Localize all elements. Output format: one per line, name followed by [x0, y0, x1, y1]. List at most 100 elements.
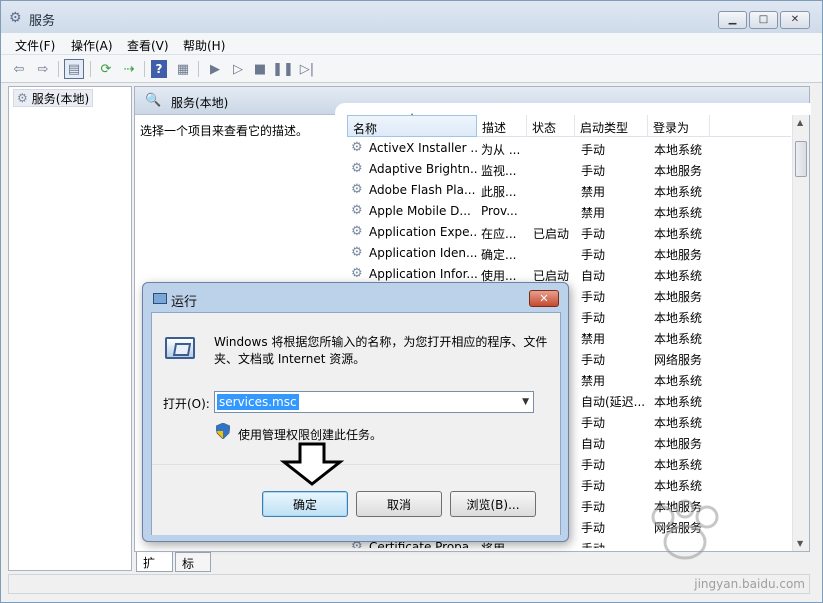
start-service-alt-button[interactable]: ▷ — [228, 59, 248, 79]
cell-startup-type: 手动 — [581, 248, 606, 262]
cell-log-on-as: 本地系统 — [654, 332, 703, 346]
cell-description: 为从 ... — [481, 143, 521, 157]
scroll-thumb[interactable] — [795, 141, 807, 177]
table-row[interactable]: ⚙ ActiveX Installer ... 为从 ... 手动 本地系统 — [347, 138, 791, 159]
help-button[interactable]: ? — [151, 60, 167, 78]
close-button[interactable]: ✕ — [780, 11, 810, 29]
cell-name: Application Expe... — [369, 225, 477, 239]
table-row[interactable]: ⚙ Apple Mobile D... Prov... 禁用 本地系统 — [347, 201, 791, 222]
console-tree-icon: ▤ — [67, 61, 81, 77]
cell-startup-type: 手动 — [581, 311, 606, 325]
table-row[interactable]: ⚙ Application Expe... 在应... 已启动 手动 本地系统 — [347, 222, 791, 243]
service-gear-icon: ⚙ — [351, 161, 363, 176]
tree-node-services-local[interactable]: ⚙ 服务(本地) — [13, 89, 94, 107]
cell-log-on-as: 本地系统 — [654, 311, 703, 325]
uac-shield-icon — [216, 423, 230, 439]
maximize-button[interactable]: □ — [749, 11, 778, 29]
cell-log-on-as: 本地系统 — [654, 269, 703, 283]
service-gear-icon: ⚙ — [351, 140, 363, 155]
cell-name: Application Iden... — [369, 246, 477, 260]
cell-log-on-as: 本地系统 — [654, 395, 703, 409]
cell-description: 在应... — [481, 227, 517, 241]
minimize-button[interactable]: ▁ — [718, 11, 747, 29]
cell-description: 确定... — [481, 248, 517, 262]
dialog-title: 运行 — [171, 295, 198, 310]
cell-startup-type: 自动 — [581, 269, 606, 283]
browse-button[interactable]: 浏览(B)... — [450, 491, 536, 517]
show-hide-console-tree-button[interactable]: ▤ — [64, 59, 84, 79]
column-header-status[interactable]: 状态 — [527, 115, 575, 137]
cell-log-on-as: 本地服务 — [654, 437, 703, 451]
cell-log-on-as: 网络服务 — [654, 353, 703, 367]
column-header-startup-type[interactable]: 启动类型 — [575, 115, 648, 137]
cell-startup-type: 禁用 — [581, 206, 606, 220]
cell-name: Adobe Flash Pla... — [369, 183, 476, 197]
tree-node-label: 服务(本地) — [31, 91, 90, 106]
tab-extended[interactable]: 扩展 — [136, 552, 173, 587]
stop-service-button[interactable]: ■ — [250, 59, 270, 79]
list-frame — [335, 103, 811, 115]
refresh-button[interactable]: ⟳ — [96, 59, 116, 79]
cell-log-on-as: 本地系统 — [654, 458, 703, 472]
baidu-jingyan-watermark — [651, 499, 719, 560]
cell-startup-type: 手动 — [581, 164, 606, 178]
console-tree: ⚙ 服务(本地) — [8, 86, 132, 571]
run-program-icon — [165, 337, 195, 359]
scroll-up-icon[interactable]: ▲ — [797, 118, 803, 127]
cell-startup-type: 禁用 — [581, 185, 606, 199]
properties-button[interactable]: ▦ — [173, 59, 193, 79]
cell-name: Application Infor... — [369, 267, 477, 281]
service-gear-icon: ⚙ — [351, 245, 363, 260]
cancel-button[interactable]: 取消 — [356, 491, 442, 517]
toolbar: ⇦ ⇨ ▤ ⟳ ⇢ ? ▦ ▶ ▷ ■ ❚❚ ▷| — [1, 55, 822, 83]
export-list-button[interactable]: ⇢ — [119, 59, 139, 79]
scroll-down-icon[interactable]: ▼ — [797, 539, 803, 548]
service-gear-icon: ⚙ — [351, 182, 363, 197]
dialog-close-button[interactable]: ✕ — [529, 290, 559, 307]
cell-description: 此服... — [481, 185, 517, 199]
menu-view[interactable]: 查看(V) — [127, 37, 169, 54]
start-service-button[interactable]: ▶ — [205, 59, 225, 79]
tab-standard[interactable]: 标准 — [175, 552, 211, 588]
restart-icon: ▷| — [299, 61, 315, 77]
forward-button[interactable]: ⇨ — [33, 59, 53, 79]
cell-startup-type: 手动 — [581, 227, 606, 241]
cell-log-on-as: 本地服务 — [654, 248, 703, 262]
vertical-scrollbar[interactable]: ▲ ▼ — [792, 115, 809, 551]
menu-help[interactable]: 帮助(H) — [183, 37, 225, 54]
restart-service-button[interactable]: ▷| — [297, 59, 317, 79]
toolbar-separator — [90, 61, 91, 77]
chevron-down-icon[interactable]: ▼ — [522, 397, 529, 407]
menu-file[interactable]: 文件(F) — [15, 37, 55, 54]
open-input-value[interactable]: services.msc — [217, 394, 299, 410]
cell-startup-type: 手动 — [581, 353, 606, 367]
arrow-down-icon — [280, 442, 344, 486]
cell-description: 监视... — [481, 164, 517, 178]
menu-action[interactable]: 操作(A) — [71, 37, 113, 54]
table-row[interactable]: ⚙ Adobe Flash Pla... 此服... 禁用 本地系统 — [347, 180, 791, 201]
ok-button[interactable]: 确定 — [262, 491, 348, 517]
cell-name: ActiveX Installer ... — [369, 141, 477, 155]
gear-icon: ⚙ — [9, 10, 22, 26]
back-button[interactable]: ⇦ — [9, 59, 29, 79]
column-header-name[interactable]: 名称 — [347, 115, 477, 137]
pause-service-button[interactable]: ❚❚ — [272, 59, 294, 79]
dialog-button-row: 确定 取消 浏览(B)... — [152, 464, 560, 535]
watermark-text: jingyan.baidu.com — [694, 577, 805, 591]
open-label: 打开(O): — [163, 397, 210, 411]
open-combobox[interactable]: services.msc ▼ — [214, 391, 534, 413]
minimize-icon: ▁ — [728, 14, 737, 25]
column-header-description[interactable]: 描述 — [477, 115, 527, 137]
dialog-message: Windows 将根据您所输入的名称，为您打开相应的程序、文件夹、文档或 Int… — [214, 335, 548, 366]
title-bar[interactable]: ⚙ 服务 ▁ □ ✕ — [1, 1, 822, 33]
column-header-log-on-as[interactable]: 登录为 — [648, 115, 710, 137]
close-icon: ✕ — [539, 292, 549, 305]
maximize-icon: □ — [758, 14, 769, 25]
status-bar — [8, 574, 810, 594]
cell-log-on-as: 本地系统 — [654, 206, 703, 220]
menu-bar: 文件(F) 操作(A) 查看(V) 帮助(H) — [1, 33, 822, 55]
table-row[interactable]: ⚙ Adaptive Brightn... 监视... 手动 本地服务 — [347, 159, 791, 180]
cell-name: Apple Mobile D... — [369, 204, 471, 218]
cell-log-on-as: 本地系统 — [654, 227, 703, 241]
table-row[interactable]: ⚙ Application Iden... 确定... 手动 本地服务 — [347, 243, 791, 264]
